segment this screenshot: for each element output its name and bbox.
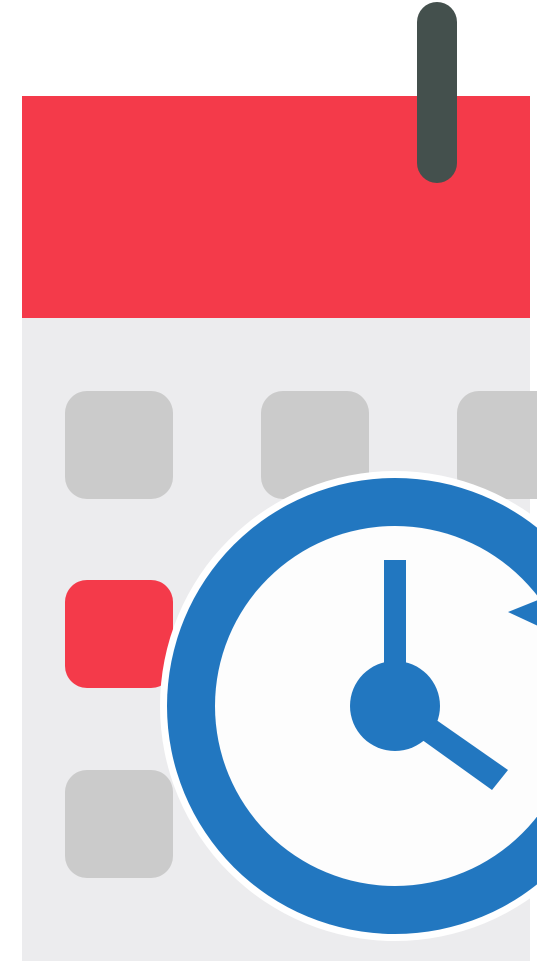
clock-hub — [350, 661, 440, 751]
calendar-clock-illustration — [0, 0, 537, 961]
clock-icon — [160, 471, 537, 941]
